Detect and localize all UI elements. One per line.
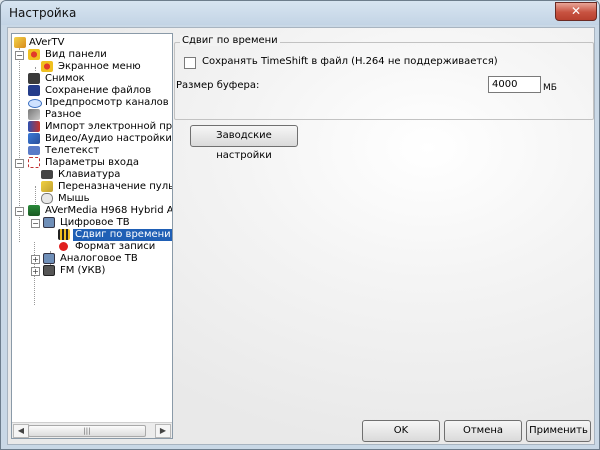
scroll-left-button[interactable]: ◀	[13, 424, 29, 438]
ok-button[interactable]: OK	[362, 420, 440, 442]
settings-window: Настройка ✕ AVerTV − Вид панели Экранное…	[0, 0, 600, 450]
tree-node-analog-tv[interactable]: + Аналоговое ТВ	[12, 253, 172, 265]
tree-node-epg-import[interactable]: Импорт электронной прог	[12, 121, 172, 133]
tree-node-digital-tv[interactable]: − Цифровое ТВ	[12, 217, 172, 229]
camera-icon	[28, 73, 40, 84]
panel-icon	[28, 49, 40, 60]
tree-node-label: Телетекст	[45, 145, 100, 156]
tree-node-label: AVerTV	[29, 37, 65, 48]
tree-node-keyboard[interactable]: Клавиатура	[12, 169, 172, 181]
dialog-client: AVerTV − Вид панели Экранное меню Снимок…	[7, 27, 595, 445]
cancel-button[interactable]: Отмена	[444, 420, 522, 442]
collapse-toggle[interactable]: −	[15, 51, 24, 60]
save-timeshift-checkbox[interactable]	[184, 57, 196, 69]
tv-icon	[43, 253, 55, 264]
misc-icon	[28, 109, 40, 120]
title-bar[interactable]: Настройка ✕	[1, 1, 599, 25]
tree-node-label: Импорт электронной прог	[45, 121, 173, 132]
settings-tree[interactable]: AVerTV − Вид панели Экранное меню Снимок…	[11, 33, 173, 439]
tools-icon	[28, 133, 40, 144]
tree-node-av-settings[interactable]: Видео/Аудио настройки	[12, 133, 172, 145]
remote-icon	[41, 181, 53, 192]
expand-toggle[interactable]: +	[31, 267, 40, 276]
tree-node-teletext[interactable]: Телетекст	[12, 145, 172, 157]
expand-toggle[interactable]: +	[31, 255, 40, 264]
osd-icon	[41, 61, 53, 72]
collapse-toggle[interactable]: −	[15, 159, 24, 168]
tree-node-label: Предпросмотр каналов	[45, 97, 169, 108]
tree-node-remote-remap[interactable]: Переназначение пульт	[12, 181, 172, 193]
buffer-unit-label: МБ	[543, 83, 557, 93]
tree-horizontal-scrollbar[interactable]: ◀ ||| ▶	[12, 422, 172, 438]
tree-node-snapshot[interactable]: Снимок	[12, 73, 172, 85]
record-icon	[59, 242, 68, 251]
save-timeshift-label[interactable]: Сохранять TimeShift в файл (H.264 не под…	[202, 56, 498, 67]
tree-node-root[interactable]: AVerTV	[12, 37, 172, 49]
tree-node-label: Переназначение пульт	[58, 181, 173, 192]
tree-node-label: AVerMedia H968 Hybrid Ana	[45, 205, 173, 216]
tree-node-mouse[interactable]: Мышь	[12, 193, 172, 205]
tree-node-label: Аналоговое ТВ	[60, 253, 138, 264]
input-icon	[28, 157, 40, 168]
import-icon	[28, 121, 40, 132]
tree-node-label: Клавиатура	[58, 169, 121, 180]
collapse-toggle[interactable]: −	[15, 207, 24, 216]
timeshift-icon	[58, 229, 70, 240]
radio-icon	[43, 265, 55, 276]
tree-node-label: Формат записи	[75, 241, 156, 252]
avertv-icon	[14, 37, 26, 48]
tree-node-label: FM (УКВ)	[60, 265, 106, 276]
tree-node-label: Мышь	[58, 193, 90, 204]
close-button[interactable]: ✕	[555, 2, 597, 21]
tree-node-device[interactable]: − AVerMedia H968 Hybrid Ana	[12, 205, 172, 217]
apply-button[interactable]: Применить	[526, 420, 591, 442]
tree-node-save-files[interactable]: Сохранение файлов	[12, 85, 172, 97]
tree-node-osd[interactable]: Экранное меню	[12, 61, 172, 73]
tuner-card-icon	[28, 205, 40, 216]
scroll-right-button[interactable]: ▶	[155, 424, 171, 438]
tree-node-panel-view[interactable]: − Вид панели	[12, 49, 172, 61]
tree-node-label: Цифровое ТВ	[60, 217, 130, 228]
tv-icon	[43, 217, 55, 228]
tree-node-label: Сохранение файлов	[45, 85, 152, 96]
mouse-icon	[41, 193, 53, 204]
tree-node-channel-preview[interactable]: Предпросмотр каналов	[12, 97, 172, 109]
tree-node-label: Видео/Аудио настройки	[45, 133, 172, 144]
window-title: Настройка	[9, 6, 77, 20]
keyboard-icon	[41, 170, 53, 179]
tree-node-label: Сдвиг по времени	[73, 229, 172, 241]
tree-node-label: Снимок	[45, 73, 85, 84]
eye-icon	[28, 99, 42, 108]
timeshift-group-title: Сдвиг по времени	[180, 35, 280, 46]
buffer-size-label: Размер буфера:	[176, 80, 260, 91]
tree-node-misc[interactable]: Разное	[12, 109, 172, 121]
tree-node-label: Вид панели	[45, 49, 107, 60]
floppy-icon	[28, 85, 40, 96]
tree-node-input-params[interactable]: − Параметры входа	[12, 157, 172, 169]
buffer-size-input[interactable]: 4000	[488, 76, 541, 93]
tree-node-label: Разное	[45, 109, 82, 120]
collapse-toggle[interactable]: −	[31, 219, 40, 228]
scroll-thumb[interactable]: |||	[28, 425, 146, 437]
tree-node-timeshift[interactable]: Сдвиг по времени	[12, 229, 172, 241]
tree-node-fm[interactable]: + FM (УКВ)	[12, 265, 172, 277]
close-icon: ✕	[570, 4, 582, 18]
teletext-icon	[28, 146, 40, 155]
tree-node-label: Параметры входа	[45, 157, 140, 168]
factory-settings-button[interactable]: Заводские настройки	[190, 125, 298, 161]
tree-node-label: Экранное меню	[58, 61, 141, 72]
tree-node-record-format[interactable]: Формат записи	[12, 241, 172, 253]
